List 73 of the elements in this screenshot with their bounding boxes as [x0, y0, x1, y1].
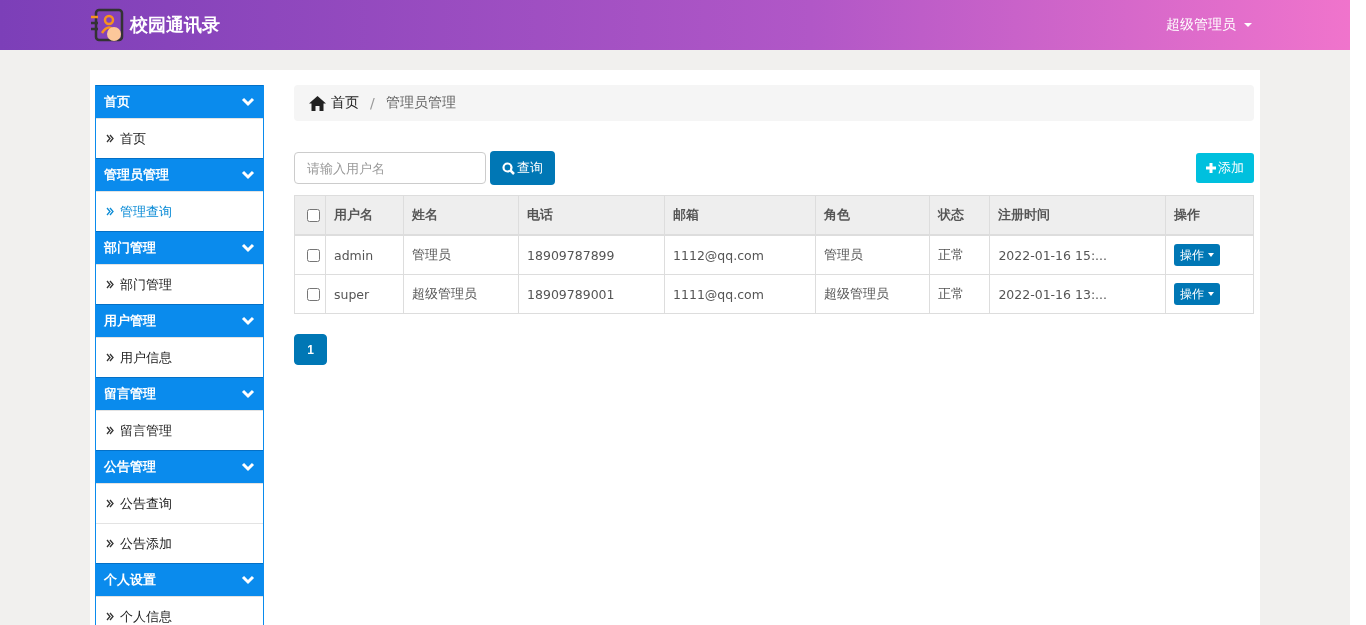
double-chevron-icon [106, 426, 114, 435]
home-icon [309, 95, 326, 111]
chevron-down-icon [241, 462, 255, 472]
search-field[interactable]: 请输入用户名 [294, 152, 486, 184]
search-button[interactable]: 查询 [490, 151, 555, 185]
group-title: 用户管理 [104, 312, 156, 330]
sidebar-group-header[interactable]: 公告管理 [96, 450, 263, 483]
chevron-down-icon [241, 389, 255, 399]
search-icon [502, 161, 515, 175]
column-header: 状态 [929, 195, 990, 235]
table-cell: 1111@qq.com [664, 274, 816, 314]
sidebar-group-header[interactable]: 管理员管理 [96, 158, 263, 191]
group-title: 公告管理 [104, 458, 156, 476]
double-chevron-icon [106, 134, 114, 143]
chevron-down-icon [241, 575, 255, 585]
breadcrumb-link[interactable]: 管理员管理 [385, 94, 456, 112]
table-cell: 超级管理员 [815, 274, 930, 314]
table-cell: 2022-01-16 13:... [989, 274, 1166, 314]
column-header: 角色 [815, 195, 930, 235]
group-title: 管理员管理 [104, 166, 169, 184]
action-dropdown-button[interactable]: 操作 [1173, 244, 1220, 266]
plus-icon [1206, 163, 1216, 173]
table-cell: 管理员 [404, 235, 519, 275]
contact-book-icon [90, 7, 126, 43]
table-cell: 18909789001 [518, 274, 665, 314]
double-chevron-icon [106, 612, 114, 621]
breadcrumb-separator: / [370, 95, 375, 111]
double-chevron-icon [106, 207, 114, 216]
sidebar-group-header[interactable]: 个人设置 [96, 563, 263, 596]
row-checkbox[interactable] [307, 287, 320, 301]
column-header: 操作 [1165, 195, 1254, 235]
group-title: 部门管理 [104, 239, 156, 257]
row-checkbox[interactable] [307, 248, 320, 262]
column-header: 用户名 [325, 195, 404, 235]
table-cell: 正常 [929, 274, 990, 314]
caret-icon [1207, 292, 1214, 296]
double-chevron-icon [106, 499, 114, 508]
sidebar-item[interactable]: 公告查询 [96, 483, 263, 523]
group-title: 首页 [104, 93, 130, 111]
double-chevron-icon [106, 353, 114, 362]
sidebar-group-header[interactable]: 部门管理 [96, 231, 263, 264]
double-chevron-icon [106, 539, 114, 548]
page-button[interactable]: 1 [294, 334, 327, 365]
table-cell: 1112@qq.com [664, 235, 816, 275]
chevron-down-icon [241, 243, 255, 253]
column-header: 邮箱 [664, 195, 816, 235]
column-header: 电话 [518, 195, 665, 235]
group-title: 留言管理 [104, 385, 156, 403]
table-cell: 正常 [929, 235, 990, 275]
caret-icon [1244, 23, 1252, 27]
chevron-down-icon [241, 316, 255, 326]
table-cell: 超级管理员 [404, 274, 519, 314]
chevron-down-icon [241, 97, 255, 107]
table-cell: admin [325, 235, 404, 275]
group-title: 个人设置 [104, 571, 156, 589]
breadcrumb-link[interactable]: 首页 [331, 94, 359, 112]
user-menu[interactable]: 超级管理员 [1166, 16, 1252, 34]
table-cell: super [325, 274, 404, 314]
action-dropdown-button[interactable]: 操作 [1173, 283, 1220, 305]
sidebar-group-header[interactable]: 留言管理 [96, 377, 263, 410]
double-chevron-icon [106, 280, 114, 289]
table-cell: 管理员 [815, 235, 930, 275]
sidebar-group-header[interactable]: 首页 [96, 85, 263, 118]
sidebar-group-header[interactable]: 用户管理 [96, 304, 263, 337]
sidebar-item[interactable]: 个人信息 [96, 596, 263, 625]
column-header: 姓名 [404, 195, 519, 235]
caret-icon [1207, 253, 1214, 257]
app-title: 校园通讯录 [130, 13, 220, 37]
column-header: 注册时间 [989, 195, 1166, 235]
table-cell: 2022-01-16 15:... [989, 235, 1166, 275]
select-all-checkbox[interactable] [307, 208, 320, 222]
chevron-down-icon [241, 170, 255, 180]
table-cell: 18909787899 [518, 235, 665, 275]
